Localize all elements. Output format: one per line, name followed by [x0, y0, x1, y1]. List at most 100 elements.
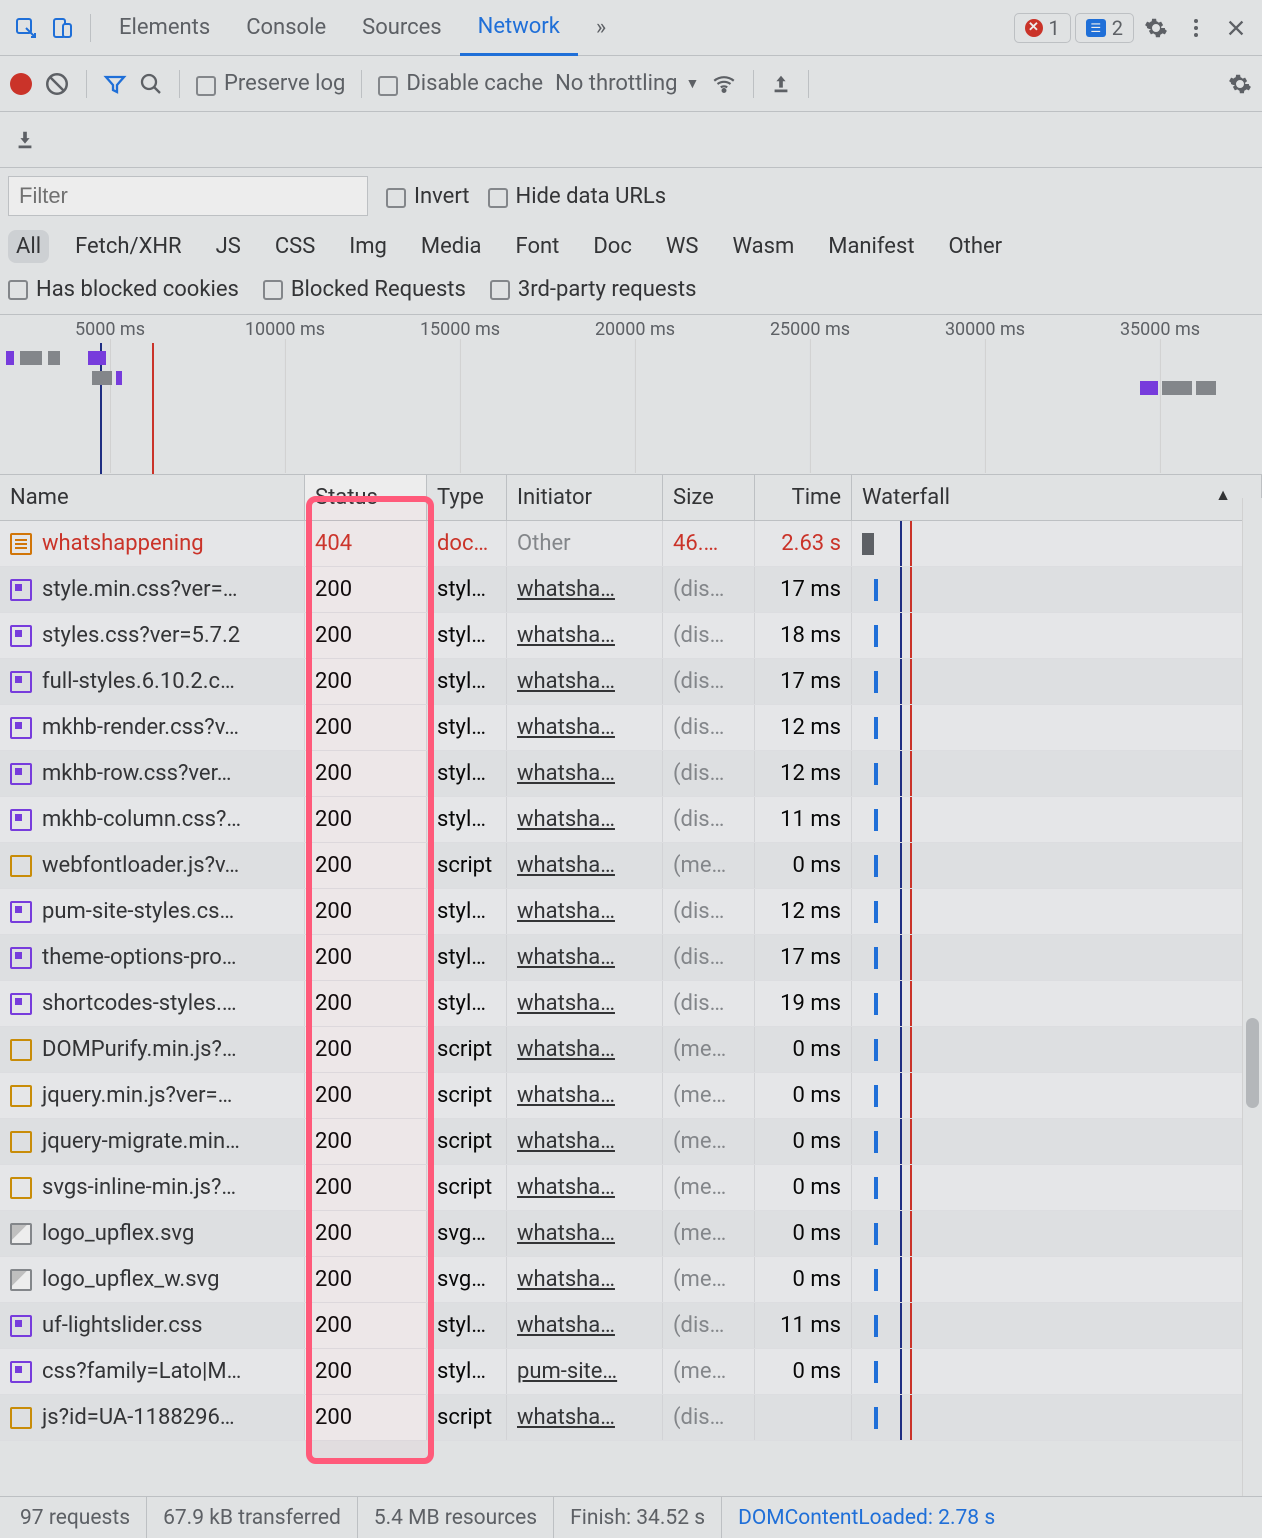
filter-type-fetchxhr[interactable]: Fetch/XHR: [67, 230, 190, 263]
time-cell: 0 ms: [755, 1257, 852, 1302]
initiator-link[interactable]: whatsha…: [517, 1267, 615, 1292]
table-row[interactable]: jquery.min.js?ver=…200scriptwhatsha…(me……: [0, 1073, 1262, 1119]
col-name[interactable]: Name: [0, 475, 305, 520]
waterfall-cell: [852, 613, 1262, 658]
record-button[interactable]: [10, 73, 32, 95]
table-row[interactable]: pum-site-styles.cs…200styl…whatsha…(dis……: [0, 889, 1262, 935]
table-row[interactable]: style.min.css?ver=…200styl…whatsha…(dis……: [0, 567, 1262, 613]
col-time[interactable]: Time: [755, 475, 852, 520]
initiator-link[interactable]: whatsha…: [517, 1083, 615, 1108]
disable-cache-checkbox[interactable]: Disable cache: [378, 71, 543, 96]
table-row[interactable]: jquery-migrate.min…200scriptwhatsha…(me……: [0, 1119, 1262, 1165]
inspect-element-icon[interactable]: [8, 10, 44, 46]
scrollbar-thumb[interactable]: [1246, 1018, 1259, 1108]
error-count-pill[interactable]: ✕1: [1014, 13, 1071, 43]
table-row[interactable]: shortcodes-styles.…200styl…whatsha…(dis……: [0, 981, 1262, 1027]
filter-type-doc[interactable]: Doc: [585, 230, 640, 263]
table-row[interactable]: js?id=UA-1188296…200scriptwhatsha…(dis…: [0, 1395, 1262, 1441]
table-row[interactable]: mkhb-column.css?…200styl…whatsha…(dis…11…: [0, 797, 1262, 843]
download-har-icon[interactable]: [14, 129, 36, 151]
table-row[interactable]: full-styles.6.10.2.c…200styl…whatsha…(di…: [0, 659, 1262, 705]
table-row[interactable]: DOMPurify.min.js?…200scriptwhatsha…(me…0…: [0, 1027, 1262, 1073]
filter-type-all[interactable]: All: [8, 230, 49, 263]
kebab-icon[interactable]: [1178, 10, 1214, 46]
initiator-link[interactable]: whatsha…: [517, 1037, 615, 1062]
initiator-link[interactable]: whatsha…: [517, 991, 615, 1016]
tab-console[interactable]: Console: [228, 0, 344, 56]
filter-type-img[interactable]: Img: [341, 230, 395, 263]
gear-icon[interactable]: [1138, 10, 1174, 46]
search-icon[interactable]: [139, 72, 163, 96]
table-row[interactable]: logo_upflex.svg200svg…whatsha…(me…0 ms: [0, 1211, 1262, 1257]
initiator-link[interactable]: whatsha…: [517, 899, 615, 924]
blocked-cookies-checkbox[interactable]: Has blocked cookies: [8, 277, 239, 302]
filter-input[interactable]: [8, 176, 368, 216]
table-row[interactable]: theme-options-pro…200styl…whatsha…(dis…1…: [0, 935, 1262, 981]
table-row[interactable]: whatshappening404doc…Other46.…2.63 s: [0, 521, 1262, 567]
timeline-overview[interactable]: 5000 ms10000 ms15000 ms20000 ms25000 ms3…: [0, 315, 1262, 475]
status-requests: 97 requests: [4, 1497, 147, 1538]
throttling-select[interactable]: No throttling▼: [555, 71, 699, 96]
col-initiator[interactable]: Initiator: [507, 475, 663, 520]
type-cell: styl…: [427, 659, 507, 704]
tab-more[interactable]: »: [578, 0, 624, 56]
initiator-link[interactable]: whatsha…: [517, 715, 615, 740]
initiator-link[interactable]: whatsha…: [517, 1221, 615, 1246]
initiator-link[interactable]: whatsha…: [517, 807, 615, 832]
table-row[interactable]: svgs-inline-min.js?…200scriptwhatsha…(me…: [0, 1165, 1262, 1211]
third-party-checkbox[interactable]: 3rd-party requests: [490, 277, 697, 302]
col-waterfall[interactable]: Waterfall▲: [852, 475, 1262, 520]
upload-har-icon[interactable]: [770, 73, 792, 95]
device-toolbar-icon[interactable]: [44, 10, 80, 46]
initiator-link[interactable]: whatsha…: [517, 1129, 615, 1154]
initiator-link[interactable]: whatsha…: [517, 853, 615, 878]
type-cell: doc…: [427, 521, 507, 566]
initiator-link[interactable]: whatsha…: [517, 945, 615, 970]
table-row[interactable]: logo_upflex_w.svg200svg…whatsha…(me…0 ms: [0, 1257, 1262, 1303]
initiator-link[interactable]: pum-site…: [517, 1359, 617, 1384]
info-count-pill[interactable]: ☰2: [1075, 13, 1134, 43]
preserve-log-checkbox[interactable]: Preserve log: [196, 71, 345, 96]
filter-type-wasm[interactable]: Wasm: [724, 230, 802, 263]
filter-type-media[interactable]: Media: [413, 230, 490, 263]
table-row[interactable]: mkhb-row.css?ver…200styl…whatsha…(dis…12…: [0, 751, 1262, 797]
table-row[interactable]: styles.css?ver=5.7.2200styl…whatsha…(dis…: [0, 613, 1262, 659]
wifi-icon[interactable]: [711, 71, 737, 97]
initiator-link[interactable]: whatsha…: [517, 1313, 615, 1338]
tab-network[interactable]: Network: [460, 0, 578, 56]
table-row[interactable]: css?family=Lato|M…200styl…pum-site…(me…0…: [0, 1349, 1262, 1395]
vertical-scrollbar[interactable]: [1242, 498, 1262, 1496]
col-type[interactable]: Type: [427, 475, 507, 520]
blocked-requests-checkbox[interactable]: Blocked Requests: [263, 277, 466, 302]
table-row[interactable]: mkhb-render.css?v…200styl…whatsha…(dis…1…: [0, 705, 1262, 751]
table-row[interactable]: webfontloader.js?v…200scriptwhatsha…(me……: [0, 843, 1262, 889]
initiator-link[interactable]: whatsha…: [517, 1175, 615, 1200]
col-status[interactable]: Status: [305, 475, 427, 520]
settings-gear-icon[interactable]: [1228, 72, 1252, 96]
filter-type-js[interactable]: JS: [208, 230, 249, 263]
requests-table: Name Status Type Initiator Size Time Wat…: [0, 475, 1262, 1479]
invert-checkbox[interactable]: Invert: [386, 184, 470, 209]
initiator-link[interactable]: whatsha…: [517, 1405, 615, 1430]
initiator-link[interactable]: whatsha…: [517, 761, 615, 786]
close-icon[interactable]: [1218, 10, 1254, 46]
initiator-link[interactable]: whatsha…: [517, 623, 615, 648]
tab-elements[interactable]: Elements: [101, 0, 228, 56]
table-row[interactable]: uf-lightslider.css200styl…whatsha…(dis…1…: [0, 1303, 1262, 1349]
initiator-link[interactable]: whatsha…: [517, 577, 615, 602]
filter-type-other[interactable]: Other: [941, 230, 1011, 263]
col-size[interactable]: Size: [663, 475, 755, 520]
filter-type-font[interactable]: Font: [508, 230, 568, 263]
hide-data-urls-checkbox[interactable]: Hide data URLs: [488, 184, 667, 209]
clear-icon[interactable]: [44, 71, 70, 97]
filter-type-css[interactable]: CSS: [267, 230, 323, 263]
filter-type-ws[interactable]: WS: [658, 230, 707, 263]
filter-icon[interactable]: [103, 72, 127, 96]
initiator-link[interactable]: whatsha…: [517, 669, 615, 694]
request-name: webfontloader.js?v…: [42, 853, 239, 878]
initiator-cell: whatsha…: [507, 1073, 663, 1118]
waterfall-cell: [852, 889, 1262, 934]
request-name: whatshappening: [42, 531, 204, 556]
tab-sources[interactable]: Sources: [344, 0, 460, 56]
filter-type-manifest[interactable]: Manifest: [820, 230, 922, 263]
